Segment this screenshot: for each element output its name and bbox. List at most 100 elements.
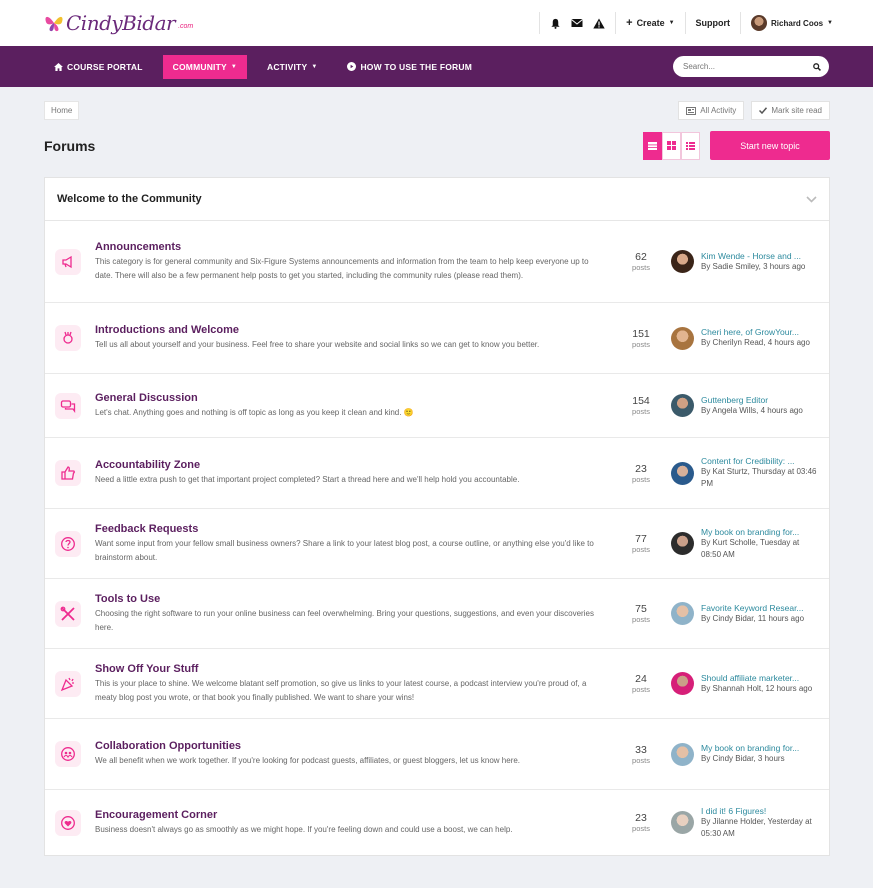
forum-title[interactable]: Tools to Use bbox=[95, 593, 603, 605]
nav-how-to[interactable]: HOW TO USE THE FORUM bbox=[337, 55, 482, 79]
search-box[interactable] bbox=[673, 56, 829, 77]
last-post: Guttenberg Editor By Angela Wills, 4 hou… bbox=[671, 394, 821, 417]
search-input[interactable] bbox=[683, 62, 803, 71]
forum-row[interactable]: Announcements This category is for gener… bbox=[45, 221, 829, 303]
last-post-avatar[interactable] bbox=[671, 326, 694, 350]
forum-row[interactable]: General Discussion Let's chat. Anything … bbox=[45, 374, 829, 438]
bell-icon[interactable] bbox=[550, 18, 561, 29]
forum-post-count: 62 posts bbox=[623, 251, 659, 272]
forum-title[interactable]: Introductions and Welcome bbox=[95, 324, 603, 336]
support-link[interactable]: Support bbox=[686, 18, 741, 28]
start-new-topic-button[interactable]: Start new topic bbox=[710, 131, 830, 160]
top-bar: CindyBidar .com + Create ▼ Support Richa… bbox=[0, 0, 873, 46]
nav-activity[interactable]: ACTIVITY ▼ bbox=[257, 55, 327, 79]
view-switcher bbox=[643, 131, 700, 160]
post-count-number: 23 bbox=[635, 462, 647, 475]
search-icon[interactable] bbox=[813, 62, 821, 71]
post-count-number: 62 bbox=[635, 251, 647, 263]
create-label: Create bbox=[636, 18, 665, 28]
site-logo[interactable]: CindyBidar .com bbox=[44, 11, 193, 35]
warning-icon[interactable] bbox=[593, 18, 605, 29]
forum-post-count: 23 posts bbox=[623, 463, 659, 484]
forum-title[interactable]: Collaboration Opportunities bbox=[95, 740, 603, 752]
home-icon bbox=[54, 62, 63, 71]
last-post: I did it! 6 Figures! By Jilanne Holder, … bbox=[671, 806, 821, 840]
forum-row[interactable]: Feedback Requests Want some input from y… bbox=[45, 509, 829, 579]
chevron-down-icon[interactable] bbox=[806, 195, 817, 203]
waving-hand-icon bbox=[63, 331, 73, 344]
all-activity-label: All Activity bbox=[700, 106, 737, 115]
breadcrumb-home[interactable]: Home bbox=[44, 101, 80, 120]
post-count-label: posts bbox=[632, 755, 650, 765]
view-list-button[interactable] bbox=[681, 131, 700, 160]
last-post: Kim Wende - Horse and ... By Sadie Smile… bbox=[671, 250, 821, 273]
forum-title[interactable]: Show Off Your Stuff bbox=[95, 663, 603, 675]
mark-site-read-button[interactable]: Mark site read bbox=[751, 101, 830, 120]
view-grid-button[interactable] bbox=[662, 131, 681, 160]
forum-post-count: 23 posts bbox=[623, 812, 659, 833]
forum-title[interactable]: Encouragement Corner bbox=[95, 809, 603, 821]
last-post-avatar[interactable] bbox=[671, 394, 694, 417]
forum-title[interactable]: General Discussion bbox=[95, 392, 603, 404]
last-post-title[interactable]: Should affiliate marketer... bbox=[701, 673, 812, 683]
last-post-avatar[interactable] bbox=[671, 811, 694, 834]
last-post-title[interactable]: Favorite Keyword Resear... bbox=[701, 603, 804, 613]
view-table-button[interactable] bbox=[643, 131, 662, 160]
user-menu[interactable]: Richard Coos ▼ bbox=[741, 15, 833, 31]
last-post-avatar[interactable] bbox=[671, 742, 694, 766]
forum-icon-wrap bbox=[55, 670, 81, 697]
forum-row[interactable]: Show Off Your Stuff This is your place t… bbox=[45, 649, 829, 719]
last-post-avatar[interactable] bbox=[671, 602, 694, 625]
nav-label: COMMUNITY bbox=[172, 61, 227, 72]
last-post-avatar[interactable] bbox=[671, 461, 694, 485]
last-post-title[interactable]: Guttenberg Editor bbox=[701, 395, 803, 405]
last-post-title[interactable]: My book on branding for... bbox=[701, 527, 819, 537]
create-menu[interactable]: + Create ▼ bbox=[616, 17, 684, 29]
nav-course-portal[interactable]: COURSE PORTAL bbox=[44, 55, 153, 79]
last-post: My book on branding for... By Kurt Schol… bbox=[671, 527, 821, 561]
party-popper-icon bbox=[60, 677, 74, 691]
last-post-title[interactable]: Cheri here, of GrowYour... bbox=[701, 327, 810, 337]
last-post-meta: By Kurt Scholle, Tuesday at 08:50 AM bbox=[701, 537, 800, 559]
forum-post-count: 75 posts bbox=[623, 603, 659, 624]
forum-title[interactable]: Announcements bbox=[95, 241, 603, 253]
last-post-title[interactable]: Kim Wende - Horse and ... bbox=[701, 251, 805, 261]
forum-icon-wrap bbox=[55, 530, 81, 557]
forum-row[interactable]: Collaboration Opportunities We all benef… bbox=[45, 719, 829, 790]
post-count-number: 75 bbox=[635, 603, 647, 615]
forum-description: We all benefit when we work together. If… bbox=[95, 756, 521, 766]
forum-row[interactable]: Encouragement Corner Business doesn't al… bbox=[45, 790, 829, 855]
last-post-avatar[interactable] bbox=[671, 250, 694, 273]
post-count-number: 151 bbox=[632, 327, 650, 340]
check-icon bbox=[759, 107, 768, 114]
last-post-avatar[interactable] bbox=[671, 532, 694, 555]
last-post-meta: By Shannah Holt, 12 hours ago bbox=[701, 683, 813, 693]
nav-label: ACTIVITY bbox=[267, 61, 308, 72]
logo-text: CindyBidar bbox=[66, 11, 176, 35]
forum-category-panel: Welcome to the Community Announcements T… bbox=[44, 177, 830, 856]
forum-title[interactable]: Feedback Requests bbox=[95, 523, 603, 535]
forum-row[interactable]: Introductions and Welcome Tell us all ab… bbox=[45, 303, 829, 374]
envelope-icon[interactable] bbox=[571, 18, 583, 28]
last-post-title[interactable]: My book on branding for... bbox=[701, 743, 799, 753]
caret-down-icon: ▼ bbox=[230, 63, 237, 70]
caret-down-icon: ▼ bbox=[668, 20, 675, 26]
forum-row[interactable]: Accountability Zone Need a little extra … bbox=[45, 438, 829, 509]
last-post-title[interactable]: I did it! 6 Figures! bbox=[701, 806, 819, 816]
forum-icon-wrap bbox=[55, 460, 81, 486]
post-count-label: posts bbox=[632, 407, 650, 416]
nav-community[interactable]: COMMUNITY ▼ bbox=[162, 54, 247, 79]
last-post-title[interactable]: Content for Credibility: ... bbox=[701, 456, 819, 466]
forum-description: Business doesn't always go as smoothly a… bbox=[95, 824, 513, 834]
forum-row[interactable]: Tools to Use Choosing the right software… bbox=[45, 579, 829, 649]
forum-description: This is your place to shine. We welcome … bbox=[95, 679, 587, 702]
all-activity-button[interactable]: All Activity bbox=[678, 101, 745, 120]
thumbs-up-icon bbox=[61, 466, 75, 480]
last-post-avatar[interactable] bbox=[671, 672, 694, 695]
post-count-number: 154 bbox=[632, 395, 650, 407]
mark-read-label: Mark site read bbox=[771, 106, 822, 115]
plus-icon: + bbox=[626, 17, 633, 29]
last-post: Should affiliate marketer... By Shannah … bbox=[671, 672, 821, 695]
tools-icon bbox=[60, 606, 75, 621]
forum-title[interactable]: Accountability Zone bbox=[95, 459, 603, 471]
